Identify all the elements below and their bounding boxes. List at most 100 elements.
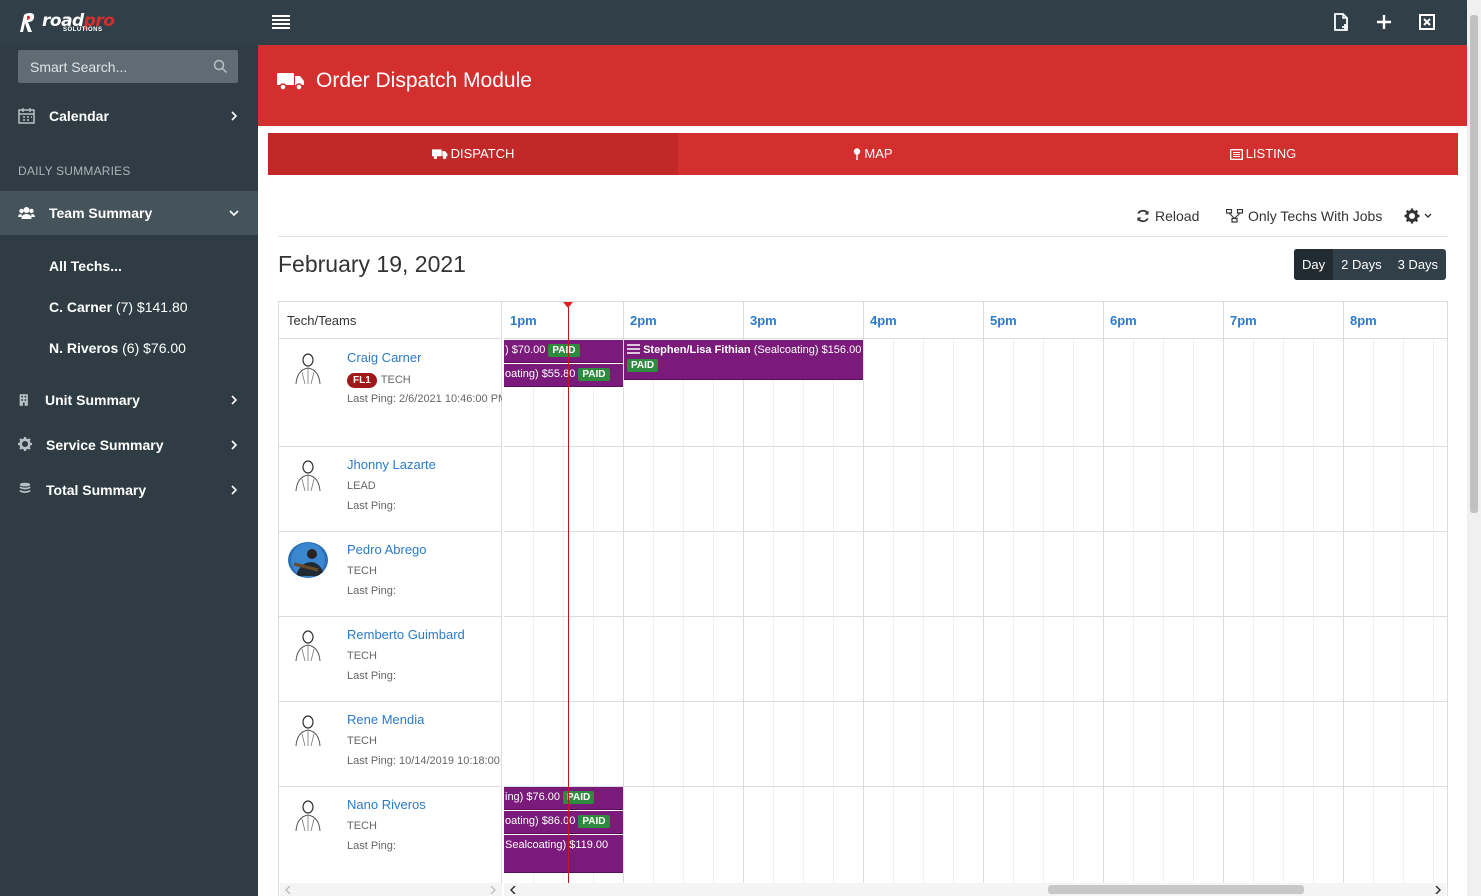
- job-event[interactable]: Stephen/Lisa Fithian (Sealcoating) $156.…: [624, 340, 863, 380]
- sub-item-all-techs[interactable]: All Techs...: [49, 258, 122, 274]
- sidebar-item-service-summary[interactable]: Service Summary: [0, 423, 258, 467]
- tab-dispatch[interactable]: DISPATCH: [268, 133, 678, 175]
- map-pin-icon: [854, 148, 861, 160]
- job-event[interactable]: oating) $55.80 PAID: [504, 364, 623, 387]
- hour-gridline: [743, 302, 744, 896]
- reload-button[interactable]: Reload: [1136, 208, 1199, 224]
- scroll-right-icon[interactable]: [490, 886, 496, 894]
- tech-name-link[interactable]: Craig Carner: [347, 350, 421, 365]
- minor-gridline: [1313, 339, 1314, 896]
- job-event[interactable]: Sealcoating) $119.00: [504, 835, 623, 873]
- tech-name-link[interactable]: Nano Riveros: [347, 797, 426, 812]
- roadpro-logo[interactable]: roadpro SOLUTIONS: [18, 10, 128, 36]
- date-title: February 19, 2021: [278, 251, 466, 277]
- menu-lines-icon: [627, 344, 640, 354]
- paid-badge: PAID: [627, 359, 659, 372]
- hour-label: 6pm: [1110, 313, 1137, 328]
- hour-label: 3pm: [750, 313, 777, 328]
- minor-gridline: [1283, 339, 1284, 896]
- tab-map[interactable]: MAP: [678, 133, 1068, 175]
- timeline-horizontal-scrollbar[interactable]: [504, 883, 1446, 896]
- only-techs-with-jobs-toggle[interactable]: Only Techs With Jobs: [1225, 208, 1382, 224]
- sidebar-item-label: Service Summary: [46, 437, 164, 453]
- scroll-left-icon[interactable]: [285, 886, 291, 894]
- close-window-icon[interactable]: [1417, 12, 1437, 32]
- tech-role: TECH: [347, 565, 377, 577]
- sidebar-item-team-summary[interactable]: Team Summary: [0, 191, 258, 235]
- range-2-days-button[interactable]: 2 Days: [1333, 249, 1389, 280]
- view-range-toggle: Day 2 Days 3 Days: [1294, 249, 1447, 280]
- hour-gridline: [1343, 302, 1344, 896]
- avatar-photo: [288, 542, 328, 578]
- sidebar-item-unit-summary[interactable]: Unit Summary: [0, 378, 258, 422]
- current-time-indicator: [568, 302, 569, 896]
- job-event[interactable]: oating) $86.00 PAID: [504, 811, 623, 834]
- tab-label: LISTING: [1245, 146, 1297, 161]
- building-icon: [19, 394, 28, 406]
- refresh-icon: [1137, 209, 1149, 223]
- sub-item-c-carner[interactable]: C. Carner (7) $141.80: [49, 299, 188, 315]
- tech-name-link[interactable]: Remberto Guimbard: [347, 627, 465, 642]
- tab-listing[interactable]: LISTING: [1068, 133, 1458, 175]
- scrollbar-thumb[interactable]: [1048, 885, 1304, 894]
- minor-gridline: [1193, 339, 1194, 896]
- scroll-left-icon[interactable]: [510, 886, 516, 894]
- minor-gridline: [653, 339, 654, 896]
- minor-gridline: [803, 339, 804, 896]
- avatar-placeholder-icon: [295, 460, 321, 492]
- minor-gridline: [1073, 339, 1074, 896]
- tech-role: LEAD: [347, 480, 376, 492]
- chevron-right-icon: [231, 111, 238, 121]
- scrollbar-thumb[interactable]: [1470, 15, 1478, 513]
- coins-icon: [19, 482, 31, 493]
- row-gridline: [504, 531, 1447, 532]
- tech-role: FL1 TECH: [347, 373, 411, 388]
- tech-name-link[interactable]: Jhonny Lazarte: [347, 457, 436, 472]
- minor-gridline: [1043, 339, 1044, 896]
- hour-gridline: [623, 302, 624, 896]
- hour-label: 8pm: [1350, 313, 1377, 328]
- tech-row-craig-carner: Craig Carner FL1 TECH Last Ping: 2/6/2021…: [279, 340, 502, 447]
- sidebar-item-calendar[interactable]: Calendar: [0, 94, 258, 138]
- sidebar-item-total-summary[interactable]: Total Summary: [0, 468, 258, 512]
- smart-search: [18, 50, 238, 83]
- hamburger-menu-icon[interactable]: [271, 13, 291, 31]
- tech-last-ping: Last Ping: 10/14/2019 10:18:00: [347, 755, 500, 767]
- tech-role: TECH: [347, 820, 377, 832]
- new-document-icon[interactable]: [1331, 12, 1351, 32]
- avatar-placeholder-icon: [295, 800, 321, 832]
- tab-label: DISPATCH: [450, 146, 515, 161]
- dispatch-scheduler: Tech/Teams Craig Carner FL1 TECH Last Pin…: [278, 301, 1448, 896]
- minor-gridline: [893, 339, 894, 896]
- minor-gridline: [713, 339, 714, 896]
- job-event[interactable]: ) $70.00 PAID: [504, 340, 623, 363]
- search-icon[interactable]: [213, 59, 228, 74]
- chevron-right-icon: [231, 440, 238, 450]
- job-event[interactable]: ing) $76.00 PAID: [504, 787, 623, 810]
- smart-search-input[interactable]: [18, 50, 208, 83]
- avatar-placeholder-icon: [295, 630, 321, 662]
- tab-label: MAP: [864, 146, 893, 161]
- tech-row-pedro-abrego: Pedro Abrego TECH Last Ping:: [279, 532, 502, 617]
- truck-icon: [277, 73, 304, 91]
- tech-name-link[interactable]: Rene Mendia: [347, 712, 424, 727]
- add-icon[interactable]: [1374, 12, 1394, 32]
- resource-horizontal-scrollbar[interactable]: [280, 883, 502, 896]
- hour-label: 1pm: [510, 313, 537, 328]
- tech-name-link[interactable]: Pedro Abrego: [347, 542, 427, 557]
- settings-dropdown-icon[interactable]: [1404, 207, 1434, 225]
- minor-gridline: [1403, 339, 1404, 896]
- range-day-button[interactable]: Day: [1294, 249, 1334, 280]
- paid-badge: PAID: [578, 815, 610, 828]
- minor-gridline: [1163, 339, 1164, 896]
- calendar-icon: [18, 108, 35, 124]
- sidebar-item-label: Team Summary: [49, 205, 153, 221]
- users-icon: [18, 207, 35, 219]
- paid-badge: PAID: [548, 344, 580, 357]
- range-3-days-button[interactable]: 3 Days: [1390, 249, 1446, 280]
- sub-item-n-riveros[interactable]: N. Riveros (6) $76.00: [49, 340, 186, 356]
- resource-column: Tech/Teams Craig Carner FL1 TECH Last Pin…: [279, 302, 502, 896]
- scroll-right-icon[interactable]: [1435, 886, 1441, 894]
- gear-icon: [18, 437, 32, 451]
- page-vertical-scrollbar[interactable]: [1467, 0, 1481, 896]
